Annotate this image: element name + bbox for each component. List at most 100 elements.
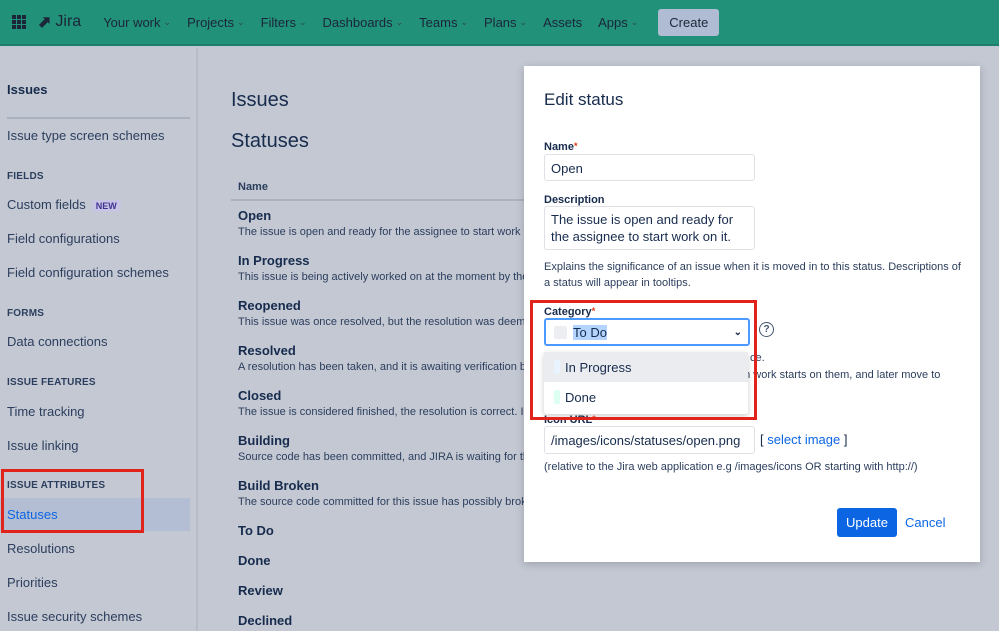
sidebar-section-issues[interactable]: Issues: [7, 82, 47, 97]
status-description: This issue was once resolved, but the re…: [238, 316, 524, 328]
status-name: Open: [238, 208, 272, 223]
new-badge: NEW: [91, 200, 121, 212]
divider: [231, 199, 531, 201]
nav-label: Apps: [598, 14, 628, 30]
status-row: To Do: [238, 523, 524, 538]
status-name: Reopened: [238, 298, 301, 313]
name-input[interactable]: Open: [544, 154, 755, 181]
status-name: Declined: [238, 613, 293, 628]
chevron-down-icon: ⌄: [163, 16, 172, 27]
sidebar: Issues Issue type screen schemes FIELDS …: [0, 48, 198, 631]
chevron-down-icon: ⌄: [630, 16, 639, 27]
status-description: A resolution has been taken, and it is a…: [238, 361, 524, 373]
sidebar-heading-issue-features: ISSUE FEATURES: [7, 377, 96, 388]
status-row: Build Broken The source code committed fo…: [238, 478, 524, 508]
page-subtitle: Statuses: [231, 130, 309, 152]
select-image: [ select image ]: [760, 432, 847, 447]
nav-label: Teams: [419, 14, 458, 30]
update-button[interactable]: Update: [837, 508, 897, 537]
jira-logo-icon: ⬈: [38, 14, 52, 31]
nav-label: Dashboards: [322, 14, 393, 30]
dialog-title: Edit status: [544, 90, 624, 109]
status-row: Reopened This issue was once resolved, bu…: [238, 298, 524, 328]
nav-projects[interactable]: Projects ⌄: [187, 15, 245, 30]
nav-assets[interactable]: Assets: [543, 15, 582, 30]
status-row: In Progress This issue is being actively …: [238, 253, 524, 283]
required-icon: *: [573, 141, 578, 151]
label: Custom fields: [7, 197, 86, 212]
help-icon[interactable]: ?: [759, 322, 774, 337]
nav-your-work[interactable]: Your work ⌄: [103, 15, 171, 30]
jira-logo[interactable]: ⬈ Jira: [38, 12, 81, 32]
cancel-button[interactable]: Cancel: [905, 515, 945, 530]
sidebar-item-field-configuration-schemes[interactable]: Field configuration schemes: [7, 265, 169, 280]
chevron-down-icon: ⌄: [395, 16, 404, 27]
chevron-down-icon: ⌄: [519, 16, 528, 27]
logo-text: Jira: [55, 13, 82, 30]
icon-url-help: (relative to the Jira web application e.…: [544, 461, 918, 473]
status-description: Source code has been committed, and JIRA…: [238, 451, 524, 463]
status-name: Building: [238, 433, 290, 448]
highlight-box-sidebar: [1, 469, 144, 533]
status-description: This issue is being actively worked on a…: [238, 271, 524, 283]
top-navigation: ⬈ Jira Your work ⌄ Projects ⌄ Filters ⌄ Dashboa…: [0, 0, 999, 46]
sidebar-item-custom-fields[interactable]: Custom fields NEW: [7, 197, 121, 212]
sidebar-heading-forms: FORMS: [7, 308, 45, 319]
nav-apps[interactable]: Apps ⌄: [598, 15, 638, 30]
status-name: Resolved: [238, 343, 296, 358]
app-switcher-icon[interactable]: [12, 15, 26, 29]
status-row: Done: [238, 553, 524, 568]
status-row: Closed The issue is considered finished, …: [238, 388, 524, 418]
icon-url-input[interactable]: /images/icons/statuses/open.png: [544, 426, 755, 454]
description-textarea[interactable]: The issue is open and ready for the assi…: [544, 206, 755, 250]
nav-filters[interactable]: Filters ⌄: [261, 15, 307, 30]
description-help: Explains the significance of an issue wh…: [544, 261, 961, 289]
nav-label: Assets: [543, 14, 583, 30]
status-name: Build Broken: [238, 478, 319, 493]
status-name: Done: [238, 553, 271, 568]
status-row: Resolved A resolution has been taken, and…: [238, 343, 524, 373]
chevron-down-icon: ⌄: [237, 16, 245, 27]
nav-teams[interactable]: Teams ⌄: [419, 15, 468, 30]
status-name: In Progress: [238, 253, 310, 268]
status-description: The issue is open and ready for the assi…: [238, 226, 524, 238]
status-row: Open The issue is open and ready for the …: [238, 208, 524, 238]
status-row: Building Source code has been committed, …: [238, 433, 524, 463]
sidebar-item-issue-linking[interactable]: Issue linking: [7, 438, 79, 453]
highlight-box-category: [530, 300, 757, 420]
sidebar-heading-fields: FIELDS: [7, 171, 44, 182]
sidebar-item-data-connections[interactable]: Data connections: [7, 334, 107, 349]
select-image-link[interactable]: select image: [767, 432, 840, 447]
status-name: Closed: [238, 388, 282, 403]
nav-label: Projects: [187, 14, 235, 30]
chevron-down-icon: ⌄: [298, 16, 307, 27]
sidebar-item-field-configurations[interactable]: Field configurations: [7, 231, 120, 246]
sidebar-item-priorities[interactable]: Priorities: [7, 575, 58, 590]
status-name: Review: [238, 583, 283, 598]
category-help-fragment: en work starts on them, and later move t…: [738, 369, 941, 381]
name-label: Name*: [544, 141, 577, 153]
create-button[interactable]: Create: [658, 8, 720, 36]
divider: [7, 117, 190, 119]
nav-label: Your work: [103, 14, 161, 30]
status-row: Declined: [238, 613, 524, 628]
status-description: The issue is considered finished, the re…: [238, 406, 524, 418]
status-description: The source code committed for this issue…: [238, 496, 524, 508]
status-row: Review: [238, 583, 524, 598]
sidebar-item-issue-security-schemes[interactable]: Issue security schemes: [7, 609, 142, 624]
chevron-down-icon: ⌄: [460, 16, 469, 27]
nav-dashboards[interactable]: Dashboards ⌄: [323, 15, 404, 30]
sidebar-item-resolutions[interactable]: Resolutions: [7, 541, 75, 556]
status-name: To Do: [238, 523, 274, 538]
column-header-name: Name: [238, 181, 268, 193]
bracket: [: [760, 432, 764, 447]
nav-label: Plans: [484, 14, 517, 30]
nav-plans[interactable]: Plans ⌄: [484, 15, 527, 30]
description-label: Description: [544, 194, 605, 206]
label: Name: [544, 141, 574, 153]
sidebar-item-time-tracking[interactable]: Time tracking: [7, 404, 85, 419]
nav-label: Filters: [260, 14, 296, 30]
bracket: ]: [843, 432, 848, 447]
page-title: Issues: [231, 89, 289, 111]
sidebar-item-issue-type-screen-schemes[interactable]: Issue type screen schemes: [7, 128, 165, 143]
